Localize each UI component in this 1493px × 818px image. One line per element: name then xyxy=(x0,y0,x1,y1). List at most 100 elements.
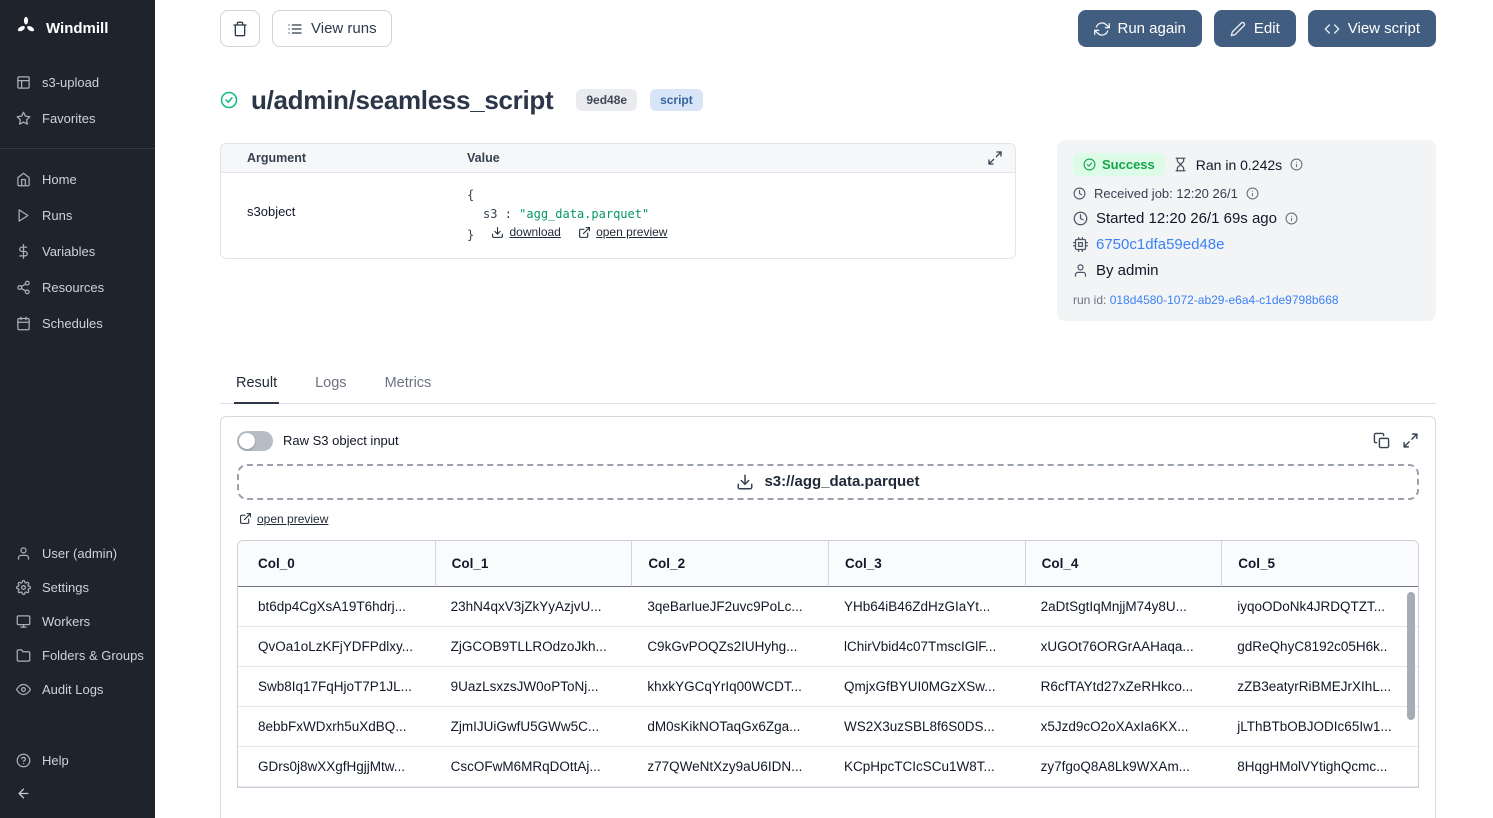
table-row[interactable]: GDrs0j8wXXgfHgjjMtw... CscOFwM6MRqDOttAj… xyxy=(238,747,1418,787)
tab-logs[interactable]: Logs xyxy=(313,375,348,403)
status-label: Success xyxy=(1102,157,1155,172)
monitor-icon xyxy=(16,614,31,629)
table-cell: GDrs0j8wXXgfHgjjMtw... xyxy=(238,747,435,787)
sidebar-item-user-admin[interactable]: User (admin) xyxy=(0,536,155,570)
home-icon xyxy=(16,172,31,187)
open-preview-link[interactable]: open preview xyxy=(578,223,667,242)
user-icon xyxy=(16,546,31,561)
maximize-icon xyxy=(987,150,1003,166)
check-circle-icon xyxy=(220,91,238,109)
download-icon xyxy=(736,473,754,491)
run-id-label: run id: xyxy=(1073,293,1106,307)
copy-icon[interactable] xyxy=(1373,432,1390,449)
brand-name: Windmill xyxy=(46,20,108,37)
open-preview-link[interactable]: open preview xyxy=(239,512,328,526)
brand[interactable]: Windmill xyxy=(0,14,155,42)
cpu-icon xyxy=(1073,237,1088,252)
json-close-brace: } xyxy=(467,228,474,242)
table-cell: x5Jzd9cO2oXAxIa6KX... xyxy=(1025,707,1222,747)
table-cell: zZB3eatyrRiBMEJrXIhL... xyxy=(1221,667,1418,707)
table-cell: 8ebbFxWDxrh5uXdBQ... xyxy=(238,707,435,747)
sidebar-item-schedules[interactable]: Schedules xyxy=(0,305,155,341)
toggle-knob xyxy=(239,433,255,449)
table-cell: 23hN4qxV3jZkYyAzjvU... xyxy=(435,587,632,627)
windmill-logo-icon xyxy=(16,16,36,41)
table-cell: 8HqgHMolVYtighQcmc... xyxy=(1221,747,1418,787)
view-runs-button[interactable]: View runs xyxy=(272,10,392,47)
view-script-button[interactable]: View script xyxy=(1308,10,1436,47)
tab-metrics[interactable]: Metrics xyxy=(383,375,434,403)
arrow-left-icon xyxy=(16,786,31,801)
sidebar-item-label: s3-upload xyxy=(42,75,99,90)
delete-run-button[interactable] xyxy=(220,10,260,47)
table-scrollbar[interactable] xyxy=(1407,592,1415,720)
column-header-col0[interactable]: Col_0 xyxy=(238,541,435,587)
table-row[interactable]: 8ebbFxWDxrh5uXdBQ... ZjmIJUiGwfU5GWw5C..… xyxy=(238,707,1418,747)
arguments-table: Argument Value s3object { s3 : "agg_data… xyxy=(220,143,1016,259)
table-cell: 2aDtSgtIqMnjjM74y8U... xyxy=(1025,587,1222,627)
column-header-col1[interactable]: Col_1 xyxy=(435,541,632,587)
sidebar-item-folders-groups[interactable]: Folders & Groups xyxy=(0,638,155,672)
worker-link[interactable]: 6750c1dfa59ed48e xyxy=(1096,236,1224,253)
pencil-icon xyxy=(1230,21,1246,37)
sidebar-item-audit-logs[interactable]: Audit Logs xyxy=(0,672,155,706)
started-text: Started 12:20 26/1 69s ago xyxy=(1096,210,1277,227)
table-row[interactable]: bt6dp4CgXsA19T6hdrj... 23hN4qxV3jZkYyAzj… xyxy=(238,587,1418,627)
eye-icon xyxy=(16,682,31,697)
info-icon[interactable] xyxy=(1290,158,1303,171)
refresh-icon xyxy=(1094,21,1110,37)
raw-s3-toggle-label: Raw S3 object input xyxy=(283,433,399,448)
hash-badge: 9ed48e xyxy=(576,89,637,111)
maximize-icon[interactable] xyxy=(1402,432,1419,449)
edit-button[interactable]: Edit xyxy=(1214,10,1296,47)
collapse-sidebar-button[interactable] xyxy=(0,778,155,810)
sidebar-item-home[interactable]: Home xyxy=(0,161,155,197)
info-icon[interactable] xyxy=(1285,212,1298,225)
column-header-col3[interactable]: Col_3 xyxy=(828,541,1025,587)
sidebar-item-label: Workers xyxy=(42,614,90,629)
sidebar-item-help[interactable]: Help xyxy=(0,742,155,778)
table-cell: 9UazLsxzsJW0oPToNj... xyxy=(435,667,632,707)
run-status-card: Success Ran in 0.242s Received job: 12:2… xyxy=(1057,140,1436,321)
table-cell: KCpHpcTCIcSCu1W8T... xyxy=(828,747,1025,787)
sidebar-item-runs[interactable]: Runs xyxy=(0,197,155,233)
folder-icon xyxy=(16,648,31,663)
sidebar-item-workers[interactable]: Workers xyxy=(0,604,155,638)
table-cell: QmjxGfBYUI0MGzXSw... xyxy=(828,667,1025,707)
run-again-button[interactable]: Run again xyxy=(1078,10,1202,47)
arguments-table-header: Argument Value xyxy=(221,144,1015,173)
argument-column-header: Argument xyxy=(247,151,467,165)
sidebar-item-resources[interactable]: Resources xyxy=(0,269,155,305)
table-cell: lChirVbid4c07TmscIGlF... xyxy=(828,627,1025,667)
sidebar-item-label: Audit Logs xyxy=(42,682,103,697)
external-link-icon xyxy=(239,512,252,525)
table-row[interactable]: Swb8Iq17FqHjoT7P1JL... 9UazLsxzsJW0oPToN… xyxy=(238,667,1418,707)
help-icon xyxy=(16,753,31,768)
table-cell: xUGOt76ORGrAAHaqa... xyxy=(1025,627,1222,667)
table-cell: zy7fgoQ8A8Lk9WXAm... xyxy=(1025,747,1222,787)
sidebar-item-favorites[interactable]: Favorites xyxy=(0,100,155,136)
tab-result[interactable]: Result xyxy=(234,375,279,404)
json-colon: : xyxy=(505,207,512,221)
run-id-link[interactable]: 018d4580-1072-ab29-e6a4-c1de9798b668 xyxy=(1110,293,1339,307)
expand-arguments-button[interactable] xyxy=(987,150,1003,169)
json-open-brace: { xyxy=(467,186,667,205)
page-header: u/admin/seamless_script 9ed48e script xyxy=(220,84,1436,116)
run-again-label: Run again xyxy=(1118,20,1186,37)
sidebar-item-settings[interactable]: Settings xyxy=(0,570,155,604)
download-link[interactable]: download xyxy=(491,223,560,242)
column-header-col2[interactable]: Col_2 xyxy=(631,541,828,587)
column-header-col4[interactable]: Col_4 xyxy=(1025,541,1222,587)
sidebar-item-variables[interactable]: Variables xyxy=(0,233,155,269)
sidebar-item-label: Folders & Groups xyxy=(42,648,144,663)
share-icon xyxy=(16,280,31,295)
arguments-table-row: s3object { s3 : "agg_data.parquet" } dow… xyxy=(221,173,1015,258)
sidebar-item-s3-upload[interactable]: s3-upload xyxy=(0,64,155,100)
raw-s3-toggle[interactable] xyxy=(237,431,273,451)
table-cell: jLThBTbOBJODIc65Iw1... xyxy=(1221,707,1418,747)
column-header-col5[interactable]: Col_5 xyxy=(1221,541,1418,587)
s3-file-download-button[interactable]: s3://agg_data.parquet xyxy=(237,464,1419,500)
table-cell: gdReQhyC8192c05H6k.. xyxy=(1221,627,1418,667)
table-row[interactable]: QvOa1oLzKFjYDFPdlxy... ZjGCOB9TLLROdzoJk… xyxy=(238,627,1418,667)
info-icon[interactable] xyxy=(1246,187,1259,200)
